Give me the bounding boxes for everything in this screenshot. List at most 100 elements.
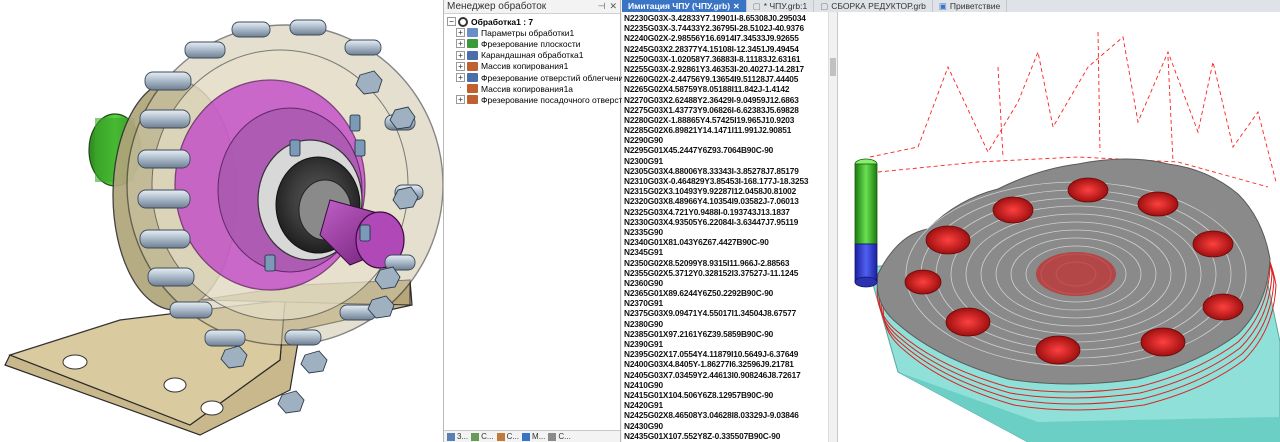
reducer-assembly-model (4, 19, 443, 436)
nc-code-line[interactable]: N2435G01X107.552Y8Z-0.335507B90C-90 (624, 431, 825, 441)
nc-code-line[interactable]: N2240G02X-2.98556Y16.6914I7.34533J9.9265… (624, 33, 825, 43)
expand-toggle-icon[interactable]: + (456, 61, 465, 71)
nc-code-line[interactable]: N2360G90 (624, 278, 825, 288)
nc-code-line[interactable]: N2375G03X9.09471Y4.55017I1.34504J8.67577 (624, 308, 825, 318)
nc-code-line[interactable]: N2395G02X17.0554Y4.11879I10.5649J-6.3764… (624, 349, 825, 359)
copy-array-icon (467, 84, 478, 94)
nc-code-line[interactable]: N2260G02X-2.44756Y9.13654I9.51128J7.4440… (624, 74, 825, 84)
panel-tab-3[interactable]: С... (496, 432, 519, 441)
plane-mill-icon (467, 39, 478, 49)
tab-label: Имитация ЧПУ (ЧПУ.grb) (628, 1, 731, 11)
operation-manager-header: Менеджер обработок ⊣ ✕ (444, 0, 620, 14)
tree-item-label: Карандашная обработка1 (481, 50, 584, 61)
nc-code-line[interactable]: N2345G91 (624, 247, 825, 257)
document-icon: ▢ (752, 0, 761, 11)
nc-code-line[interactable]: N2295G01X45.2447Y6Z93.7064B90C-90 (624, 145, 825, 155)
operation-manager-panel: Менеджер обработок ⊣ ✕ − Обработка1 : 7 … (443, 0, 632, 442)
tree-item-bore-milling[interactable]: + Фрезерование посадочного отверстия (447, 94, 632, 105)
nc-code-line[interactable]: N2330G03X4.93505Y6.22084I-3.63447J7.9511… (624, 217, 825, 227)
expand-toggle-icon[interactable]: + (456, 95, 465, 105)
nc-code-line[interactable]: N2310G03X-0.464829Y3.85453I-168.177J-18.… (624, 176, 825, 186)
tree-item-params[interactable]: + Параметры обработки1 (447, 27, 620, 38)
nc-code-line[interactable]: N2400G03X4.8405Y-1.86277I6.32596J9.21781 (624, 359, 825, 369)
nc-code-line[interactable]: N2380G90 (624, 319, 825, 329)
panel-tab-2[interactable]: С... (471, 432, 494, 441)
tab-label: Приветствие (949, 1, 1001, 11)
nc-code-line[interactable]: N2265G02X4.58759Y8.05188I11.842J-1.4142 (624, 84, 825, 94)
scrollbar-thumb[interactable] (830, 58, 836, 76)
panel-tab-5[interactable]: С... (548, 432, 571, 441)
nc-code-line[interactable]: N2250G03X-1.02058Y7.36883I-8.11183J2.631… (624, 54, 825, 64)
nc-code-line[interactable]: N2340G01X81.043Y6Z67.4427B90C-90 (624, 237, 825, 247)
tab-label: * ЧПУ.grb:1 (763, 1, 808, 11)
nc-code-line[interactable]: N2280G02X-1.88865Y4.57425I19.965J10.9203 (624, 115, 825, 125)
panel-tab-4[interactable]: М... (522, 432, 545, 441)
tree-item-label: Фрезерование посадочного отверстия (481, 94, 632, 105)
panel-tab-icon (447, 432, 455, 441)
nc-code-panel[interactable]: N2230G03X-3.42833Y7.19901I-8.65308J0.295… (622, 12, 838, 442)
operation-manager-title: Менеджер обработок (447, 1, 547, 12)
nc-code-line[interactable]: N2410G90 (624, 380, 825, 390)
panel-tab-bar: 3... С... С... М... С... (444, 430, 620, 442)
nc-code-line[interactable]: N2430G90 (624, 421, 825, 431)
nc-code-line[interactable]: N2350G02X8.52099Y8.9315I11.966J-2.88563 (624, 258, 825, 268)
nc-code-line[interactable]: N2325G03X4.721Y0.9488I-0.193743J13.1837 (624, 207, 825, 217)
tree-item-copy-array-1[interactable]: + Массив копирования1 (447, 61, 620, 72)
assembly-3d-viewport[interactable] (0, 0, 443, 442)
tree-item-label: Массив копирования1а (481, 83, 574, 94)
document-icon: ▣ (938, 0, 947, 11)
expand-toggle-icon[interactable]: + (456, 50, 465, 60)
nc-code-line[interactable]: N2390G91 (624, 339, 825, 349)
tab-nc-simulation[interactable]: Имитация ЧПУ (ЧПУ.grb) ✕ (622, 0, 747, 12)
tree-item-plane-milling[interactable]: + Фрезерование плоскости (447, 38, 620, 49)
nc-code-line[interactable]: N2300G91 (624, 156, 825, 166)
tree-item-label: Фрезерование отверстий облегчения (481, 72, 628, 83)
pin-icon[interactable]: ⊣ (598, 1, 606, 12)
nc-code-line[interactable]: N2305G03X4.88006Y8.33343I-3.85278J7.8517… (624, 166, 825, 176)
nc-code-line[interactable]: N2425G02X8.46508Y3.04628I8.03329J-9.0384… (624, 410, 825, 420)
expand-toggle-icon[interactable]: + (456, 39, 465, 49)
nc-code-line[interactable]: N2245G03X2.28377Y4.15108I-12.3451J9.4945… (624, 44, 825, 54)
expand-toggle-icon[interactable]: + (456, 73, 465, 83)
params-icon (467, 28, 478, 38)
nc-code-line[interactable]: N2255G03X-2.92861Y3.46353I-20.4027J-14.2… (624, 64, 825, 74)
panel-tab-1[interactable]: 3... (447, 432, 468, 441)
document-icon: ▢ (820, 0, 829, 11)
tab-welcome[interactable]: ▣ Приветствие (933, 0, 1008, 12)
nc-code-line[interactable]: N2270G03X2.62488Y2.36429I-9.04959J12.686… (624, 95, 825, 105)
tree-item-copy-array-1a[interactable]: · Массив копирования1а (447, 83, 620, 94)
nc-code-line[interactable]: N2290G90 (624, 135, 825, 145)
nc-code-scrollbar[interactable] (828, 12, 837, 442)
collapse-toggle-icon[interactable]: − (447, 17, 456, 27)
nc-simulation-viewport[interactable] (838, 12, 1280, 442)
nc-code-line[interactable]: N2275G03X1.43773Y9.06826I-6.62383J5.6982… (624, 105, 825, 115)
nc-code-line[interactable]: N2235G03X-3.74433Y2.36795I-28.5102J-40.9… (624, 23, 825, 33)
nc-code-line[interactable]: N2320G03X8.48966Y4.10354I9.03582J-7.0601… (624, 196, 825, 206)
nc-code-line[interactable]: N2285G02X6.89821Y14.1471I11.991J2.90851 (624, 125, 825, 135)
nc-code-line[interactable]: N2420G91 (624, 400, 825, 410)
nc-code-line[interactable]: N2385G01X97.2161Y6Z39.5859B90C-90 (624, 329, 825, 339)
tree-item-label: Массив копирования1 (481, 61, 569, 72)
nc-code-line[interactable]: N2405G03X7.03459Y2.44613I0.908246J8.7261… (624, 370, 825, 380)
close-icon[interactable]: ✕ (609, 1, 617, 12)
nc-code-line[interactable]: N2365G01X89.6244Y6Z50.2292B90C-90 (624, 288, 825, 298)
panel-tab-icon (548, 432, 557, 441)
nc-code-line[interactable]: N2315G02X3.10493Y9.92287I12.0458J0.81002 (624, 186, 825, 196)
tab-nc-grb[interactable]: ▢ * ЧПУ.grb:1 (747, 0, 815, 12)
nc-code-line[interactable]: N2370G91 (624, 298, 825, 308)
tab-reducer-assembly[interactable]: ▢ СБОРКА РЕДУКТОР.grb (814, 0, 933, 12)
nc-code-line[interactable]: N2355G02X5.3712Y0.328152I3.37527J-11.124… (624, 268, 825, 278)
nc-code-line[interactable]: N2415G01X104.506Y6Z8.12957B90C-90 (624, 390, 825, 400)
nc-code-line[interactable]: N2335G90 (624, 227, 825, 237)
nc-code-line[interactable]: N2230G03X-3.42833Y7.19901I-8.65308J0.295… (624, 13, 825, 23)
operation-root-icon (458, 16, 468, 27)
bore-mill-icon (467, 95, 478, 105)
close-tab-icon[interactable]: ✕ (733, 2, 740, 11)
tree-root-operation[interactable]: − Обработка1 : 7 (447, 16, 620, 27)
tree-item-hole-milling[interactable]: + Фрезерование отверстий облегчения (447, 72, 628, 83)
operation-tree: − Обработка1 : 7 + Параметры обработки1 … (444, 14, 632, 106)
tree-line-icon: · (458, 83, 463, 93)
expand-toggle-icon[interactable]: + (456, 28, 465, 38)
tree-item-pencil-milling[interactable]: + Карандашная обработка1 (447, 50, 620, 61)
pencil-mill-icon (467, 50, 478, 60)
